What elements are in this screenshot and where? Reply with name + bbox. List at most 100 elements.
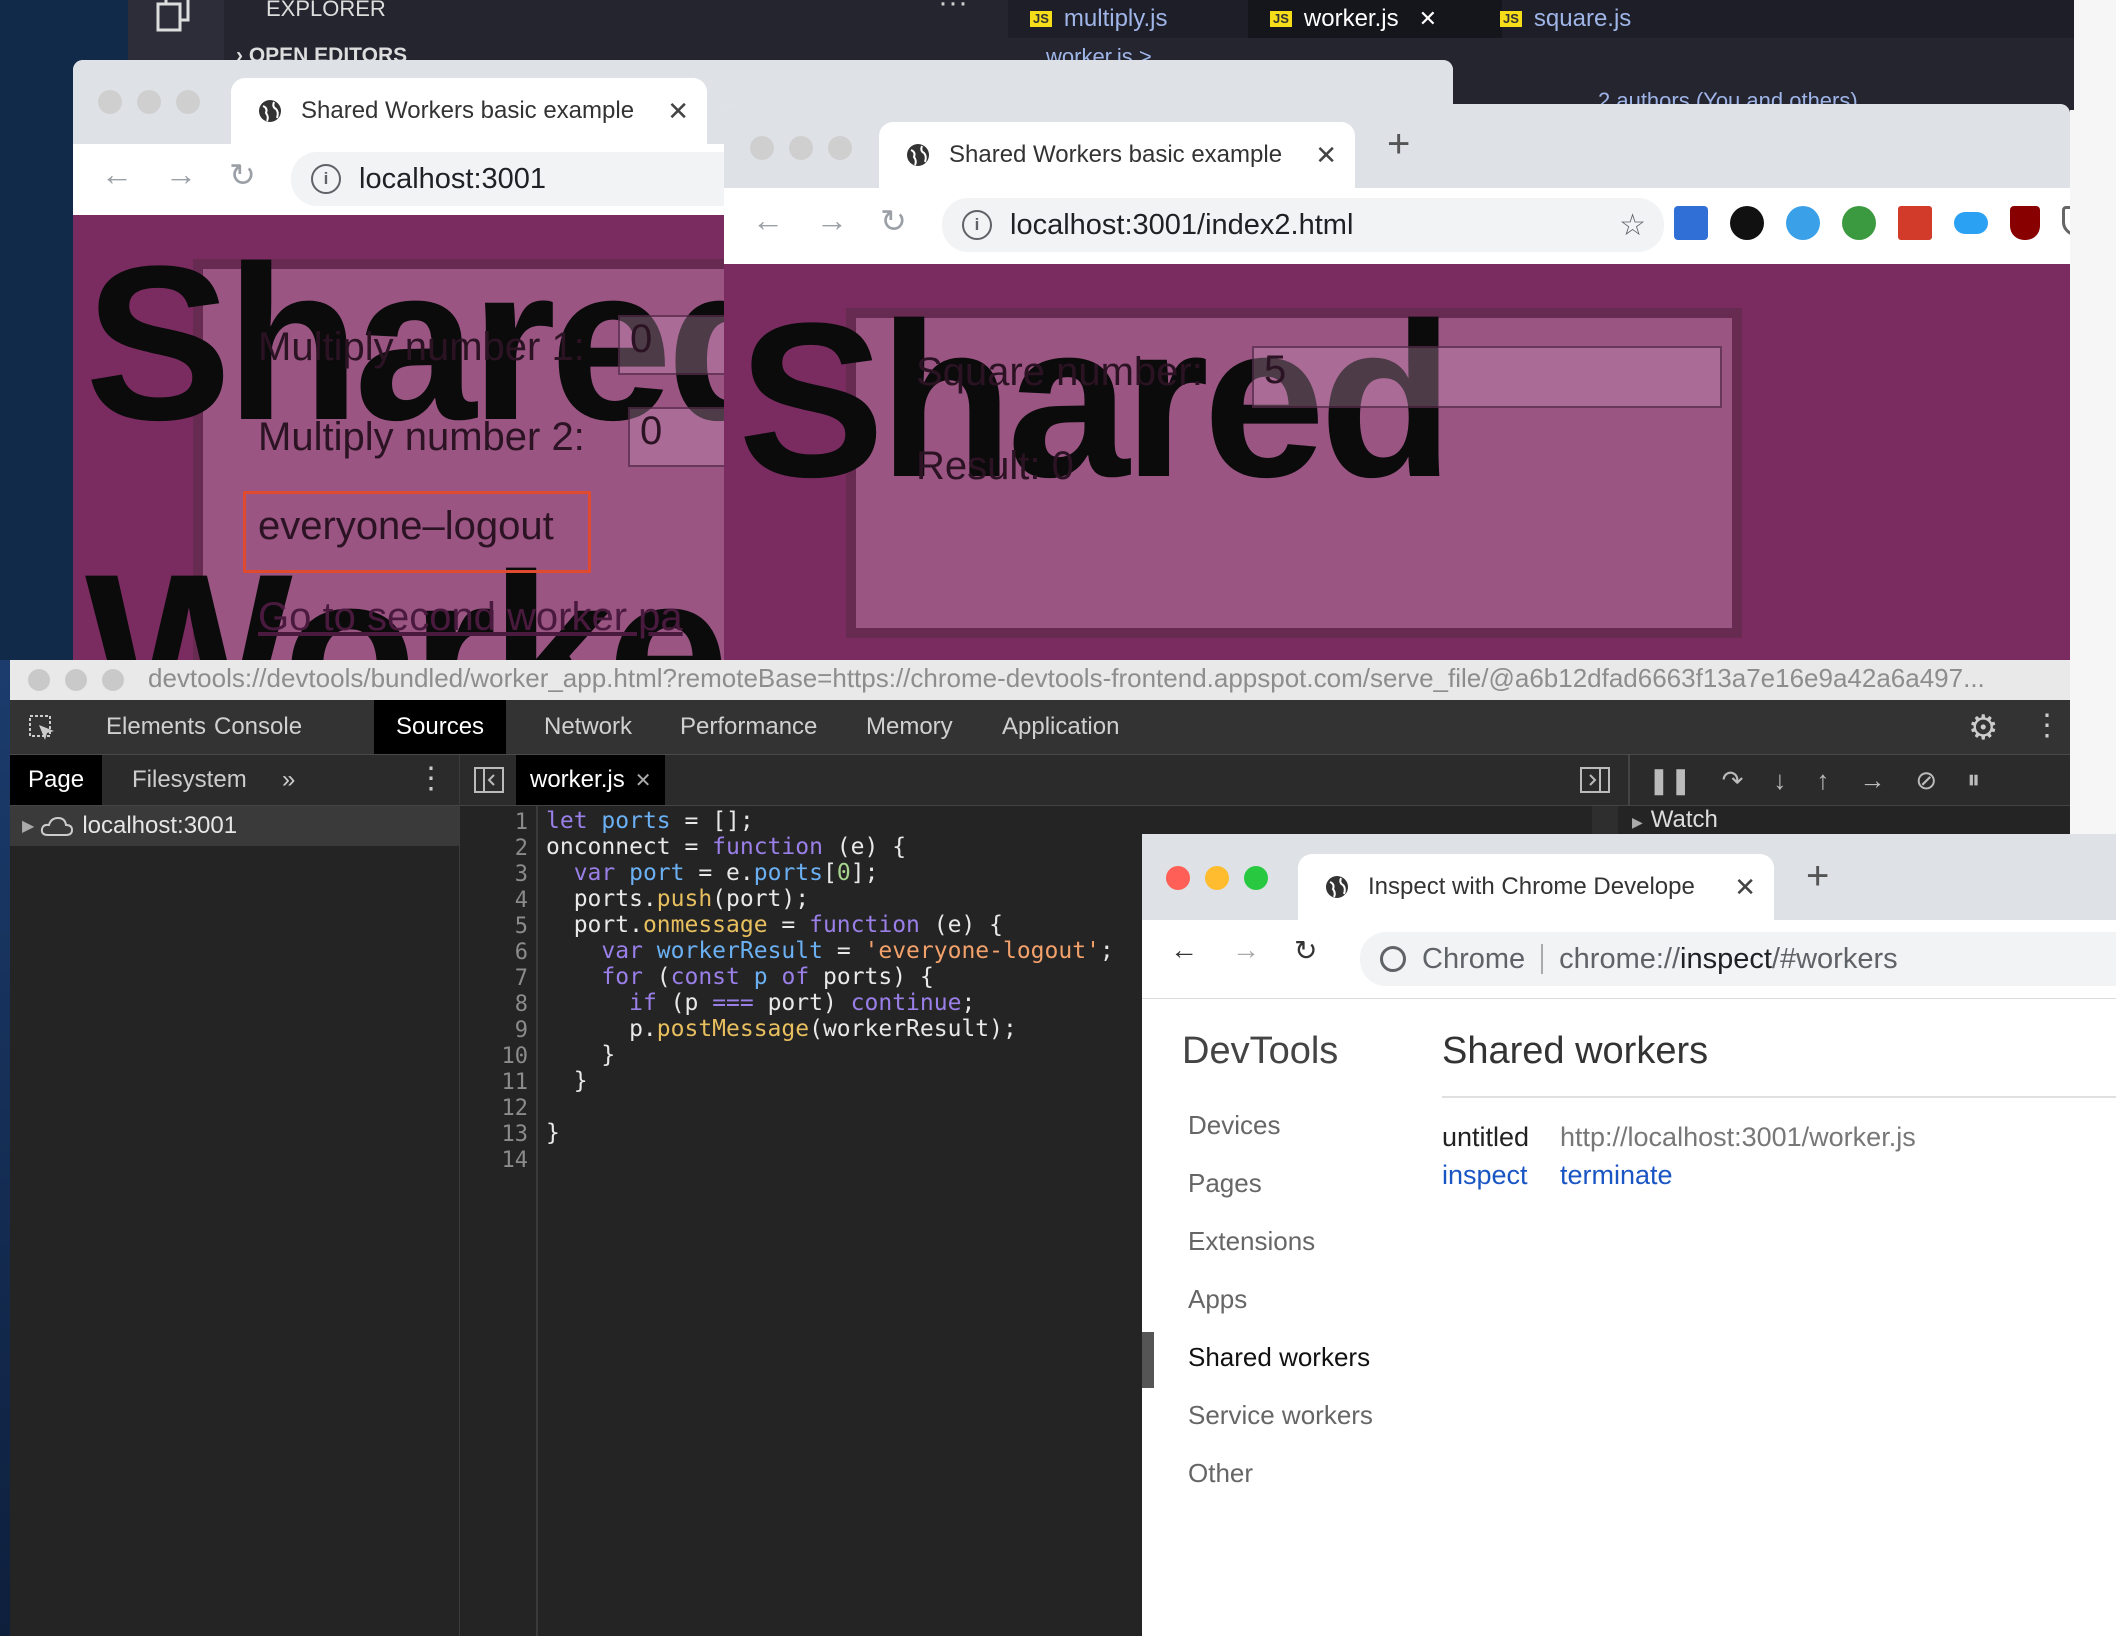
tree-item-localhost[interactable]: ▶ localhost:3001	[10, 806, 459, 846]
menu-apps[interactable]: Apps	[1188, 1284, 1247, 1315]
minimize-window-button[interactable]	[1205, 866, 1229, 890]
new-tab-plus-icon[interactable]: +	[1387, 122, 1410, 167]
window-controls[interactable]	[28, 669, 124, 691]
vimeo-extension-icon[interactable]	[1786, 206, 1820, 240]
navigator-menu-icon[interactable]: ⋮	[416, 761, 446, 796]
expand-triangle-icon[interactable]: ▶	[1632, 814, 1643, 830]
info-icon[interactable]: i	[962, 210, 992, 240]
line-number[interactable]: 11	[502, 1070, 529, 1095]
browser-tab[interactable]: Shared Workers basic example ✕	[879, 122, 1355, 188]
incognito-extension-icon[interactable]	[1730, 206, 1764, 240]
step-into-icon[interactable]: ↓	[1773, 765, 1786, 796]
toggle-navigator-icon[interactable]	[474, 767, 504, 793]
zoom-window-button[interactable]	[1244, 866, 1268, 890]
tab-performance[interactable]: Performance	[658, 700, 839, 754]
pause-on-exceptions-icon[interactable]: ⏸	[1967, 764, 1980, 796]
pdf-extension-icon[interactable]	[1898, 206, 1932, 240]
step-over-icon[interactable]: ↷	[1722, 765, 1744, 796]
inspect-link[interactable]: inspect	[1442, 1160, 1528, 1191]
line-number[interactable]: 2	[515, 836, 528, 861]
line-number[interactable]: 3	[515, 862, 528, 887]
explorer-files-icon[interactable]	[154, 0, 194, 40]
ublock-extension-icon[interactable]	[2010, 206, 2040, 240]
address-bar[interactable]: Chrome chrome:// inspect /#workers	[1360, 932, 2116, 986]
tab-worker-js[interactable]: JS worker.js ✕	[1248, 0, 1502, 38]
line-number[interactable]: 8	[515, 992, 528, 1017]
line-number[interactable]: 9	[515, 1018, 528, 1043]
devtools-main-tabs: Elements Console Sources Network Perform…	[10, 700, 2070, 755]
browser-tab[interactable]: Shared Workers basic example ✕	[231, 78, 707, 144]
toggle-debugger-icon[interactable]	[1580, 767, 1610, 793]
tab-console[interactable]: Console	[192, 700, 324, 754]
forward-arrow-icon[interactable]: →	[1232, 934, 1260, 966]
line-number[interactable]: 13	[502, 1122, 529, 1147]
explorer-more-button[interactable]: ···	[938, 0, 968, 20]
tab-filesystem[interactable]: Filesystem	[114, 755, 265, 805]
close-window-button[interactable]	[1166, 866, 1190, 890]
window-controls[interactable]	[98, 90, 200, 114]
terminate-link[interactable]: terminate	[1560, 1160, 1673, 1191]
back-arrow-icon[interactable]: ←	[752, 202, 784, 239]
back-arrow-icon[interactable]: ←	[1170, 934, 1198, 966]
line-number[interactable]: 10	[502, 1044, 529, 1069]
cloud-extension-icon[interactable]	[1954, 212, 1988, 234]
more-options-icon[interactable]: ⋮	[2032, 708, 2062, 743]
tab-network[interactable]: Network	[522, 700, 654, 754]
line-number[interactable]: 4	[515, 888, 528, 913]
step-out-icon[interactable]: ↑	[1816, 765, 1829, 796]
line-number[interactable]: 1	[515, 810, 528, 835]
line-number[interactable]: 6	[515, 940, 528, 965]
pocket-extension-icon[interactable]	[2062, 206, 2070, 236]
result-label: Result: 0	[916, 444, 1074, 488]
line-number[interactable]: 7	[515, 966, 528, 991]
menu-devices[interactable]: Devices	[1188, 1110, 1280, 1141]
reload-icon[interactable]: ↻	[880, 202, 907, 240]
file-tab-worker-js[interactable]: worker.js ✕	[516, 755, 666, 805]
menu-other[interactable]: Other	[1188, 1458, 1253, 1489]
bookmark-star-icon[interactable]: ☆	[1619, 208, 1646, 243]
translate-extension-icon[interactable]	[1674, 206, 1708, 240]
close-icon[interactable]: ✕	[1734, 872, 1756, 903]
address-bar[interactable]: i localhost:3001/index2.html ☆	[942, 198, 1664, 252]
globe-extension-icon[interactable]	[1842, 206, 1876, 240]
settings-gear-icon[interactable]: ⚙	[1968, 708, 1998, 748]
tab-application[interactable]: Application	[980, 700, 1141, 754]
window-controls[interactable]	[1166, 866, 1268, 890]
new-tab-plus-icon[interactable]: +	[1806, 854, 1829, 899]
code-editor[interactable]: let ports = []; onconnect = function (e)…	[546, 806, 1166, 1636]
expand-triangle-icon[interactable]: ▶	[22, 816, 34, 836]
close-icon[interactable]: ✕	[1315, 140, 1337, 171]
menu-shared-workers[interactable]: Shared workers	[1188, 1342, 1370, 1373]
inspect-element-icon[interactable]	[28, 714, 56, 742]
close-icon[interactable]: ✕	[1419, 6, 1437, 32]
reload-icon[interactable]: ↻	[1294, 934, 1317, 967]
reload-icon[interactable]: ↻	[229, 156, 256, 194]
browser-tab[interactable]: Inspect with Chrome Develope ✕	[1298, 854, 1774, 920]
tab-multiply-js[interactable]: JS multiply.js	[1008, 0, 1189, 38]
square-input[interactable]: 5	[1252, 346, 1722, 408]
forward-arrow-icon[interactable]: →	[816, 202, 848, 239]
menu-pages[interactable]: Pages	[1188, 1168, 1262, 1199]
line-number[interactable]: 12	[502, 1096, 529, 1121]
deactivate-breakpoints-icon[interactable]: ⊘	[1915, 765, 1937, 796]
tab-sources[interactable]: Sources	[374, 700, 507, 754]
close-icon[interactable]: ✕	[667, 96, 689, 127]
info-icon[interactable]: i	[311, 164, 341, 194]
pause-icon[interactable]: ❚❚	[1648, 765, 1692, 796]
line-number[interactable]: 14	[502, 1148, 529, 1173]
tab-square-js[interactable]: JS square.js	[1478, 0, 1653, 38]
second-worker-link[interactable]: Go to second worker pa	[258, 595, 683, 640]
code-line-8: if (p === port) continue;	[629, 990, 976, 1016]
more-tabs-icon[interactable]: »	[264, 755, 313, 805]
line-number[interactable]: 5	[515, 914, 528, 939]
menu-extensions[interactable]: Extensions	[1188, 1226, 1315, 1257]
window-controls[interactable]	[750, 136, 852, 160]
watch-section[interactable]: ▶ Watch	[1632, 806, 1718, 834]
menu-service-workers[interactable]: Service workers	[1188, 1400, 1373, 1431]
forward-arrow-icon[interactable]: →	[165, 156, 197, 193]
tab-memory[interactable]: Memory	[844, 700, 975, 754]
step-icon[interactable]: →	[1859, 765, 1885, 796]
tab-page[interactable]: Page	[10, 755, 103, 805]
back-arrow-icon[interactable]: ←	[101, 156, 133, 193]
close-icon[interactable]: ✕	[635, 768, 652, 793]
